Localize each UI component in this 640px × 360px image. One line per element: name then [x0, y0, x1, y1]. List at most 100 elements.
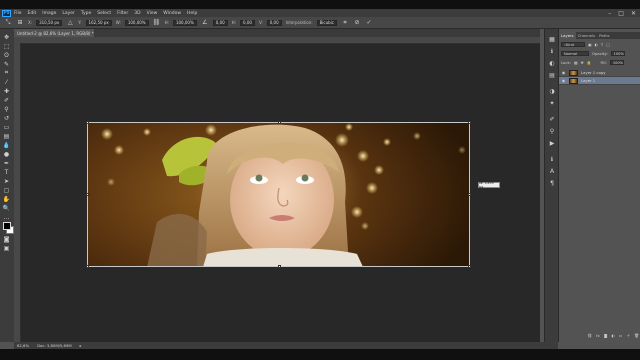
quick-select-tool-icon[interactable]: ✎ — [2, 60, 11, 68]
lock-pixels-icon[interactable]: ▦ — [574, 60, 578, 65]
height-field[interactable]: 100,00% — [172, 19, 197, 26]
interpolation-select[interactable]: Bicubic — [316, 19, 338, 26]
h-skew-field[interactable]: 0,00 — [240, 19, 255, 26]
foreground-color-swatch[interactable] — [3, 222, 11, 230]
menu-layer[interactable]: Layer — [62, 11, 75, 16]
crop-tool-icon[interactable]: ⌗ — [2, 69, 11, 77]
kind-filter-select[interactable]: ⌕ Kind — [561, 42, 585, 47]
zoom-level[interactable]: 82,6% — [17, 343, 29, 348]
delete-layer-icon[interactable]: 🗑 — [634, 333, 639, 338]
transform-bounding-box[interactable] — [86, 121, 471, 268]
history-brush-tool-icon[interactable]: ↺ — [2, 114, 11, 122]
add-mask-icon[interactable]: ◙ — [604, 333, 608, 338]
properties-panel-icon[interactable]: ℹ — [548, 47, 556, 55]
transform-handle-bottom-right[interactable] — [468, 265, 471, 268]
group-icon[interactable]: ▭ — [619, 333, 623, 338]
hand-tool-icon[interactable]: ✋ — [2, 195, 11, 203]
link-layers-icon[interactable]: ⛓ — [587, 333, 592, 338]
y-field[interactable]: 162,50 px — [85, 19, 112, 26]
move-tool-icon[interactable]: ✥ — [2, 33, 11, 41]
info-panel-icon[interactable]: ℹ — [548, 155, 556, 163]
document-size[interactable]: Doc: 3,80M/5,69M — [37, 343, 72, 348]
healing-tool-icon[interactable]: ✚ — [2, 87, 11, 95]
visibility-eye-icon[interactable]: ◉ — [561, 70, 566, 75]
warp-icon[interactable]: ⌗ — [341, 19, 349, 26]
dodge-tool-icon[interactable]: ● — [2, 150, 11, 158]
marquee-tool-icon[interactable]: ⬚ — [2, 42, 11, 50]
swatches-panel-icon[interactable]: ▤ — [548, 71, 556, 79]
brush-tool-icon[interactable]: ✐ — [2, 96, 11, 104]
vertical-ruler[interactable] — [14, 43, 21, 342]
visibility-eye-icon[interactable]: ◉ — [561, 78, 566, 83]
horizontal-ruler[interactable] — [14, 37, 540, 44]
fill-field[interactable]: 100% — [609, 60, 624, 65]
transform-handle-left[interactable] — [86, 193, 89, 196]
x-field[interactable]: 310,50 px — [36, 19, 63, 26]
brushes-panel-icon[interactable]: ✐ — [548, 115, 556, 123]
close-button[interactable]: ✕ — [631, 10, 636, 17]
paragraph-panel-icon[interactable]: ¶ — [548, 179, 556, 187]
maximize-button[interactable]: □ — [618, 10, 624, 17]
transform-handle-right[interactable] — [468, 193, 471, 196]
eraser-tool-icon[interactable]: ▭ — [2, 123, 11, 131]
clone-source-panel-icon[interactable]: ⚲ — [548, 127, 556, 135]
commit-transform-icon[interactable]: ✓ — [365, 19, 373, 26]
shape-tool-icon[interactable]: ▢ — [2, 186, 11, 194]
menu-filter[interactable]: Filter — [117, 11, 128, 16]
angle-field[interactable]: 0,00 — [212, 19, 228, 26]
layer-style-icon[interactable]: fx — [596, 333, 600, 338]
screen-mode-icon[interactable]: ▣ — [2, 244, 11, 252]
menu-window[interactable]: Window — [163, 11, 181, 16]
styles-panel-icon[interactable]: ✦ — [548, 99, 556, 107]
opacity-field[interactable]: 100% — [610, 51, 625, 56]
menu-view[interactable]: View — [147, 11, 158, 16]
zoom-tool-icon[interactable]: 🔍 — [2, 204, 11, 212]
adjustment-layer-icon[interactable]: ◐ — [611, 333, 614, 338]
menu-select[interactable]: Select — [97, 11, 111, 16]
reference-point-icon[interactable]: ⊞ — [16, 19, 24, 26]
lock-all-icon[interactable]: 🔒 — [587, 60, 592, 65]
color-panel-icon[interactable]: ◐ — [548, 59, 556, 67]
character-panel-icon[interactable]: A — [548, 167, 556, 175]
tab-channels[interactable]: Channels — [576, 32, 598, 39]
filter-pixel-icon[interactable]: ▣ — [588, 42, 592, 47]
gradient-tool-icon[interactable]: ▤ — [2, 132, 11, 140]
pen-tool-icon[interactable]: ✒ — [2, 159, 11, 167]
transform-handle-top[interactable] — [278, 121, 281, 124]
layer-row[interactable]: ◉ Layer 1 copy — [559, 69, 640, 77]
menu-type[interactable]: Type — [81, 11, 91, 16]
transform-handle-bottom[interactable] — [278, 265, 281, 268]
width-field[interactable]: 100,00% — [124, 19, 149, 26]
adjustments-panel-icon[interactable]: ◑ — [548, 87, 556, 95]
filter-shape-icon[interactable]: ▢ — [606, 42, 610, 47]
eyedropper-tool-icon[interactable]: ⁄ — [2, 78, 11, 86]
tab-paths[interactable]: Paths — [597, 32, 611, 39]
document-tab[interactable]: Untitled-2 @ 82,6% (Layer 1, RGB/8) * — [14, 29, 94, 37]
lock-position-icon[interactable]: ✥ — [581, 60, 584, 65]
filter-type-icon[interactable]: T — [601, 42, 603, 47]
transform-handle-bottom-left[interactable] — [86, 265, 89, 268]
layer-row-selected[interactable]: ◉ Layer 1 — [559, 77, 640, 85]
v-skew-field[interactable]: 0,00 — [266, 19, 282, 26]
minimize-button[interactable]: – — [608, 10, 611, 17]
status-menu-arrow-icon[interactable]: ▸ — [80, 343, 82, 348]
quick-mask-icon[interactable]: ◙ — [2, 235, 11, 243]
filter-adjust-icon[interactable]: ◐ — [595, 42, 598, 47]
cancel-transform-icon[interactable]: ⊘ — [353, 19, 361, 26]
delta-icon[interactable]: △ — [66, 19, 74, 26]
tab-layers[interactable]: Layers — [559, 32, 576, 39]
transform-handle-top-right[interactable] — [468, 121, 471, 124]
menu-file[interactable]: File — [14, 11, 22, 16]
menu-edit[interactable]: Edit — [28, 11, 37, 16]
path-select-tool-icon[interactable]: ➤ — [2, 177, 11, 185]
transform-handle-top-left[interactable] — [86, 121, 89, 124]
lasso-tool-icon[interactable]: ʘ — [2, 51, 11, 59]
blend-mode-select[interactable]: Normal — [561, 51, 589, 56]
menu-3d[interactable]: 3D — [134, 11, 140, 16]
menu-image[interactable]: Image — [42, 11, 56, 16]
new-layer-icon[interactable]: ＋ — [626, 333, 630, 339]
history-panel-icon[interactable]: ▦ — [548, 35, 556, 43]
more-tools-icon[interactable]: … — [2, 213, 11, 221]
type-tool-icon[interactable]: T — [2, 168, 11, 176]
blur-tool-icon[interactable]: 💧 — [2, 141, 11, 149]
